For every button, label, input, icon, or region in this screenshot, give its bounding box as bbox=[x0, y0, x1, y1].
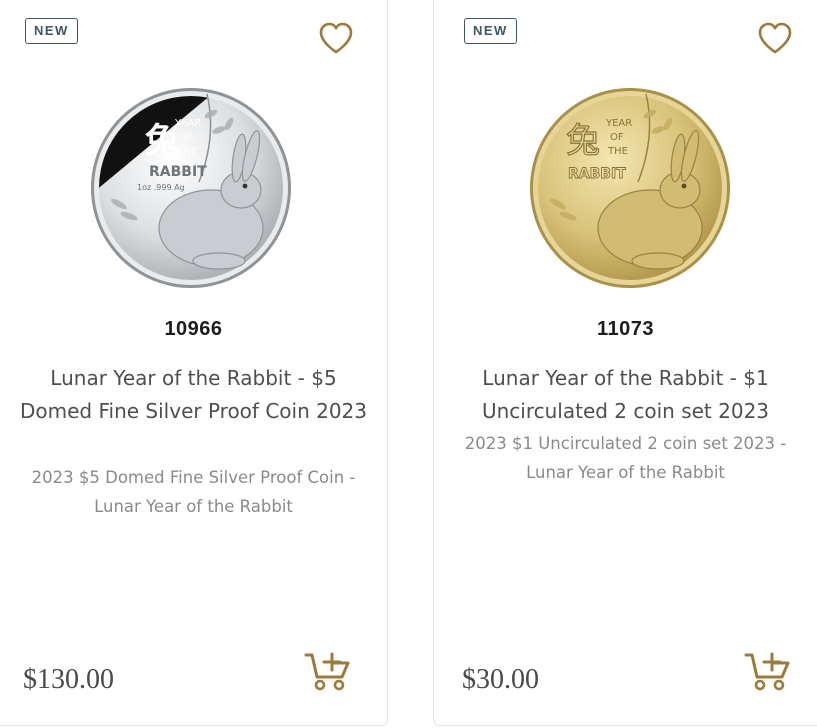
product-price: $30.00 bbox=[462, 664, 539, 695]
product-description: 2023 $5 Domed Fine Silver Proof Coin - L… bbox=[31, 468, 356, 516]
add-to-cart-button[interactable] bbox=[744, 650, 792, 692]
svg-text:THE: THE bbox=[607, 146, 628, 157]
new-badge: NEW bbox=[464, 18, 517, 44]
product-card[interactable]: NEW bbox=[0, 0, 388, 726]
coin-image[interactable]: 兔 YEAR OF THE RABBIT bbox=[528, 86, 732, 290]
coin-image[interactable]: 兔 YEAR OF THE RABBIT 1oz .999 Ag bbox=[89, 86, 293, 290]
svg-text:THE: THE bbox=[176, 146, 197, 157]
product-title[interactable]: Lunar Year of the Rabbit - $1 Uncirculat… bbox=[454, 362, 797, 428]
heart-outline-icon bbox=[758, 22, 792, 54]
svg-text:OF: OF bbox=[610, 132, 624, 143]
add-to-cart-icon bbox=[744, 652, 790, 691]
svg-text:RABBIT: RABBIT bbox=[149, 164, 207, 180]
product-sku: 10966 bbox=[164, 318, 223, 340]
product-description: 2023 $1 Uncirculated 2 coin set 2023 - L… bbox=[464, 434, 787, 482]
product-price: $130.00 bbox=[23, 664, 114, 695]
svg-text:OF: OF bbox=[179, 132, 193, 143]
wishlist-button[interactable] bbox=[317, 20, 355, 56]
svg-text:YEAR: YEAR bbox=[174, 118, 201, 129]
add-to-cart-icon bbox=[304, 652, 350, 691]
svg-text:RABBIT: RABBIT bbox=[568, 166, 626, 182]
product-title[interactable]: Lunar Year of the Rabbit - $5 Domed Fine… bbox=[20, 362, 367, 428]
product-card[interactable]: NEW bbox=[433, 0, 817, 726]
svg-text:1oz .999 Ag: 1oz .999 Ag bbox=[137, 183, 185, 192]
wishlist-button[interactable] bbox=[756, 20, 794, 56]
product-grid: NEW 兔 YEAR OF THE RABBIT 1oz .999 Ag 109… bbox=[0, 0, 817, 728]
heart-outline-icon bbox=[319, 22, 353, 54]
add-to-cart-button[interactable] bbox=[304, 650, 352, 692]
svg-text:兔: 兔 bbox=[145, 121, 179, 161]
svg-text:兔: 兔 bbox=[566, 121, 600, 161]
svg-text:YEAR: YEAR bbox=[605, 118, 632, 129]
product-sku: 11073 bbox=[596, 318, 654, 340]
new-badge: NEW bbox=[25, 18, 78, 44]
